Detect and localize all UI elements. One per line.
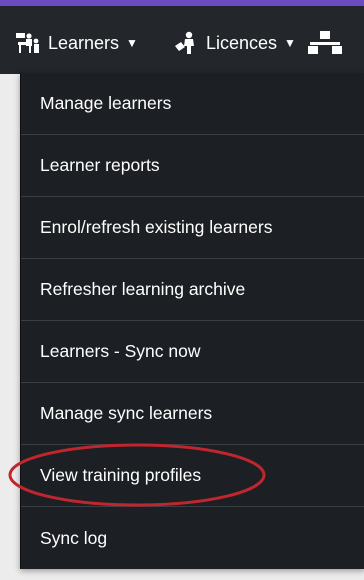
menu-item-label: View training profiles (40, 465, 202, 485)
licence-person-icon (174, 31, 198, 55)
menu-item-view-training-profiles[interactable]: View training profiles (21, 445, 364, 507)
learners-classroom-icon (16, 32, 40, 54)
menu-item-label: Learner reports (40, 155, 160, 175)
menu-item-refresher-learning-archive[interactable]: Refresher learning archive (21, 259, 364, 321)
menu-item-sync-log[interactable]: Sync log (21, 507, 364, 569)
menu-item-label: Learners - Sync now (40, 341, 201, 361)
chevron-down-icon: ▼ (126, 36, 138, 50)
chevron-down-icon: ▼ (284, 36, 296, 50)
nav-licences-label: Licences (206, 32, 278, 53)
menu-item-manage-learners[interactable]: Manage learners (21, 73, 364, 135)
menu-item-label: Sync log (40, 527, 108, 548)
menu-item-label: Manage learners (40, 93, 172, 113)
nav-learners-label: Learners (48, 32, 120, 53)
nav-licences-menu[interactable]: Licences ▼ (174, 28, 296, 58)
menu-item-label: Refresher learning archive (40, 279, 246, 299)
nav-organisation-menu[interactable] (308, 28, 350, 58)
organisation-hierarchy-icon (308, 30, 342, 56)
menu-item-label: Enrol/refresh existing learners (40, 217, 273, 237)
menu-item-enrol-refresh-existing-learners[interactable]: Enrol/refresh existing learners (21, 197, 364, 259)
nav-learners-menu[interactable]: Learners ▼ (16, 28, 138, 58)
menu-item-learner-reports[interactable]: Learner reports (21, 135, 364, 197)
menu-item-label: Manage sync learners (40, 403, 213, 423)
menu-item-learners-sync-now[interactable]: Learners - Sync now (21, 321, 364, 383)
menu-item-manage-sync-learners[interactable]: Manage sync learners (21, 383, 364, 445)
top-navbar: Learners ▼ Licences ▼ (0, 0, 364, 74)
learners-dropdown-menu: Manage learners Learner reports Enrol/re… (20, 73, 364, 569)
